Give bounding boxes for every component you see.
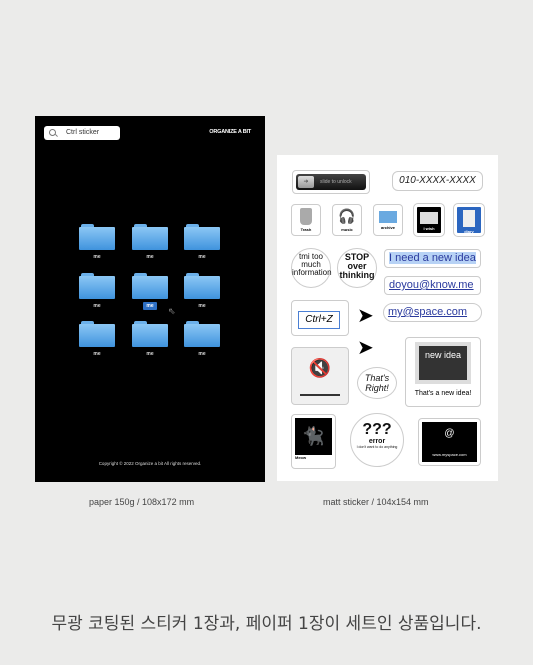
sticker-sheet: ➜ slide to unlock 010-XXXX-XXXX Trash 🎧 m… [277,155,498,481]
product-description: 무광 코팅된 스티커 1장과, 페이퍼 1장이 세트인 상품입니다. [51,614,482,634]
folder-label: me [93,303,101,309]
folder-label: me [198,351,206,357]
i-wish-sticker: I wish [413,203,445,237]
copyright-text: Copyright © 2022 Organize a bit All righ… [98,461,202,466]
stop-over-thinking-sticker: STOP over thinking [337,248,377,288]
folder-icon[interactable] [184,321,220,347]
folder-icon[interactable] [79,321,115,347]
email-myspace-sticker: my@space.com [383,303,482,322]
folder-icon [379,211,397,223]
document-icon [463,210,475,227]
ctrl-z-text: Ctrl+Z [298,311,340,329]
folder-label: me [146,351,154,357]
mute-sticker: 🔇 [291,347,349,405]
ctrl-z-sticker: Ctrl+Z [291,300,349,336]
folder-label: me [198,303,206,309]
cursor-icon: ⇖ [168,306,176,316]
folder-icon[interactable] [132,273,168,299]
folder-label: me [146,254,154,260]
idea-highlight-text: I need a new idea [389,252,476,264]
mute-speaker-icon: 🔇 [308,358,332,378]
folder-icon[interactable] [184,224,220,250]
brand-label: ORGANIZE A BIT [209,129,251,135]
new-idea-monitor-sticker: new idea That's a new idea! [405,337,481,407]
error-sticker: ??? error I don't want to do anything [350,413,404,467]
pointer-cursor-icon: ➤ [357,337,374,359]
cat-icon: 🐈‍⬛ [295,418,332,455]
cat-sticker: 🐈‍⬛ Meow [291,414,336,469]
folder-label: me [132,302,168,310]
diary-sticker: diary [453,203,485,237]
new-idea-caption: That's a new idea! [414,390,472,397]
trash-sticker: Trash [291,204,321,236]
slide-to-unlock-sticker: ➜ slide to unlock [292,170,370,194]
arrow-right-icon: ➜ [298,176,314,188]
slide-label: slide to unlock [320,179,352,185]
folder-label: me [198,254,206,260]
monitor-screen: new idea [419,346,467,380]
error-question-marks: ??? [362,421,392,438]
search-bar[interactable]: Ctrl sticker [44,126,120,140]
error-subtitle: I don't want to do anything [356,445,398,449]
folder-icon[interactable] [79,273,115,299]
folder-label: me [93,254,101,260]
phone-bubble-sticker: 010-XXXX-XXXX [392,171,483,191]
search-text: Ctrl sticker [66,129,100,136]
pointer-cursor-icon: ➤ [357,305,374,327]
tmi-sticker: tmi too much information [291,248,332,288]
folder-icon[interactable] [132,321,168,347]
folder-label: me [93,351,101,357]
archive-sticker: archive [373,204,403,236]
at-document-icon: @ [444,428,455,439]
search-icon [49,129,56,136]
cat-label: Meow [295,455,307,460]
error-title: error [368,438,386,445]
headphones-icon: 🎧 [338,208,356,224]
myspace-url: www.myspace.com [432,452,467,457]
sticker-caption: matt sticker / 104x154 mm [323,497,429,507]
thats-right-sticker: That's Right! [357,367,397,399]
folder-icon [420,212,438,224]
email-doyou-sticker: doyou@know.me [384,276,481,295]
trash-icon [300,208,312,225]
folder-icon[interactable] [132,224,168,250]
music-sticker: 🎧 music [332,204,362,236]
paper-caption: paper 150g / 108x172 mm [89,497,195,507]
myspace-sticker: @ www.myspace.com [418,418,481,466]
paper-card: Ctrl sticker ORGANIZE A BIT me me me me me me… [35,116,265,482]
folder-icon[interactable] [79,224,115,250]
folder-icon[interactable] [184,273,220,299]
